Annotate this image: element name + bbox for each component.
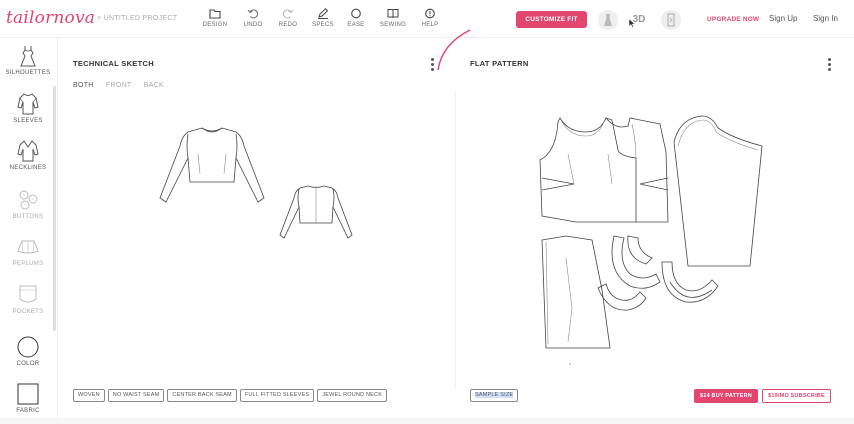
design-button[interactable]: DESIGN <box>198 8 232 28</box>
buttons-icon <box>19 190 38 210</box>
peplum-icon <box>17 240 39 254</box>
front-sketch <box>159 127 265 203</box>
sidebar-item-necklines[interactable]: NECKLINES <box>0 139 56 171</box>
pattern-icon <box>667 13 675 27</box>
sidebar-item-pockets[interactable]: POCKETS <box>0 283 56 315</box>
sidebar-item-label: COLOR <box>16 361 40 367</box>
feature-chip[interactable]: CENTER BACK SEAM <box>167 389 237 402</box>
feature-chip[interactable]: WOVEN <box>73 389 105 402</box>
help-button[interactable]: HELP <box>413 8 447 28</box>
sidebar-item-peplums[interactable]: PEPLUMS <box>0 237 56 267</box>
specs-button[interactable]: SPECS <box>306 8 340 28</box>
design-label: DESIGN <box>202 22 228 28</box>
project-name[interactable]: UNTITLED PROJECT <box>104 15 178 22</box>
tailornova-logo[interactable]: tailornova <box>6 8 95 28</box>
feature-chip[interactable]: FULL FITTED SLEEVES <box>239 389 315 402</box>
dress-icon <box>604 14 612 26</box>
design-sidebar: SILHOUETTES SLEEVES NECKLINES BUTTONS PE… <box>0 38 58 424</box>
sewing-button[interactable]: SEWING <box>376 8 410 28</box>
sidebar-item-label: SILHOUETTES <box>5 70 51 76</box>
customize-fit-button[interactable]: CUSTOMIZE FIT <box>516 11 587 28</box>
accent-swoosh <box>437 29 471 71</box>
redo-icon <box>282 9 294 19</box>
panel-divider <box>455 90 456 390</box>
feature-chip[interactable]: JEWEL ROUND NECK <box>317 389 388 402</box>
ease-label: EASE <box>347 22 365 28</box>
sidebar-item-label: SLEEVES <box>13 118 43 124</box>
tab-both[interactable]: BOTH <box>73 82 94 89</box>
folder-icon <box>209 9 221 19</box>
pencil-icon <box>318 8 329 19</box>
technical-sketch-menu-button[interactable] <box>429 58 435 74</box>
sidebar-item-label: POCKETS <box>12 309 44 315</box>
cursor-icon <box>628 18 636 28</box>
specs-label: SPECS <box>312 22 334 28</box>
flat-pattern-pieces <box>539 115 763 365</box>
pattern-view-button[interactable] <box>661 10 681 30</box>
sample-size-label: SAMPLE SIZE <box>475 392 514 398</box>
sign-up-link[interactable]: Sign Up <box>769 14 797 23</box>
top-bar: tailornova > UNTITLED PROJECT DESIGN UND… <box>0 0 854 38</box>
design-feature-chips: WOVEN NO WAIST SEAM CENTER BACK SEAM FULL F… <box>73 389 390 407</box>
sidebar-item-silhouettes[interactable]: SILHOUETTES <box>0 44 56 76</box>
dress-icon <box>20 46 36 67</box>
sketch-view-tabs: BOTH FRONT BACK <box>73 82 174 89</box>
sidebar-item-label: BUTTONS <box>12 214 44 220</box>
sidebar-item-label: NECKLINES <box>9 165 47 171</box>
undo-label: UNDO <box>243 22 263 28</box>
sign-in-link[interactable]: Sign In <box>813 14 838 23</box>
ease-button[interactable]: EASE <box>339 8 373 28</box>
redo-button[interactable]: REDO <box>271 8 305 28</box>
breadcrumb: > UNTITLED PROJECT <box>97 15 177 22</box>
undo-button[interactable]: UNDO <box>236 8 270 28</box>
redo-label: REDO <box>278 22 298 28</box>
circle-icon <box>351 8 361 19</box>
technical-sketch-title: TECHNICAL SKETCH <box>73 59 154 68</box>
sidebar-item-color[interactable]: COLOR <box>0 335 56 367</box>
help-icon <box>425 8 435 19</box>
breadcrumb-separator: > <box>97 15 102 22</box>
upgrade-now-link[interactable]: UPGRADE NOW <box>707 16 759 23</box>
pocket-icon <box>19 285 37 303</box>
3d-view-button[interactable]: 3D <box>628 10 648 30</box>
sidebar-item-label: PEPLUMS <box>12 261 44 267</box>
back-sketch <box>279 185 353 239</box>
sidebar-item-fabric[interactable]: FABRIC <box>0 382 56 414</box>
sleeve-icon <box>17 93 39 115</box>
dress-view-button[interactable] <box>598 10 618 30</box>
bottom-edge <box>0 418 854 424</box>
color-circle-icon <box>17 336 39 358</box>
subscribe-button[interactable]: $19/MO SUBSCRIBE <box>762 389 831 403</box>
flat-pattern-menu-button[interactable] <box>826 58 832 74</box>
book-icon <box>387 9 399 19</box>
buy-pattern-button[interactable]: $14 BUY PATTERN <box>694 389 758 403</box>
flat-pattern-title: FLAT PATTERN <box>470 59 529 68</box>
sidebar-item-label: FABRIC <box>16 408 40 414</box>
sidebar-item-buttons[interactable]: BUTTONS <box>0 188 56 220</box>
sample-size-button[interactable]: SAMPLE SIZE <box>470 389 519 402</box>
fabric-square-icon <box>17 383 39 405</box>
undo-icon <box>247 9 259 19</box>
feature-chip[interactable]: NO WAIST SEAM <box>107 389 165 402</box>
neckline-icon <box>17 140 39 162</box>
tab-back[interactable]: BACK <box>144 82 164 89</box>
sewing-label: SEWING <box>379 22 407 28</box>
sidebar-item-sleeves[interactable]: SLEEVES <box>0 92 56 124</box>
tab-front[interactable]: FRONT <box>106 82 132 89</box>
